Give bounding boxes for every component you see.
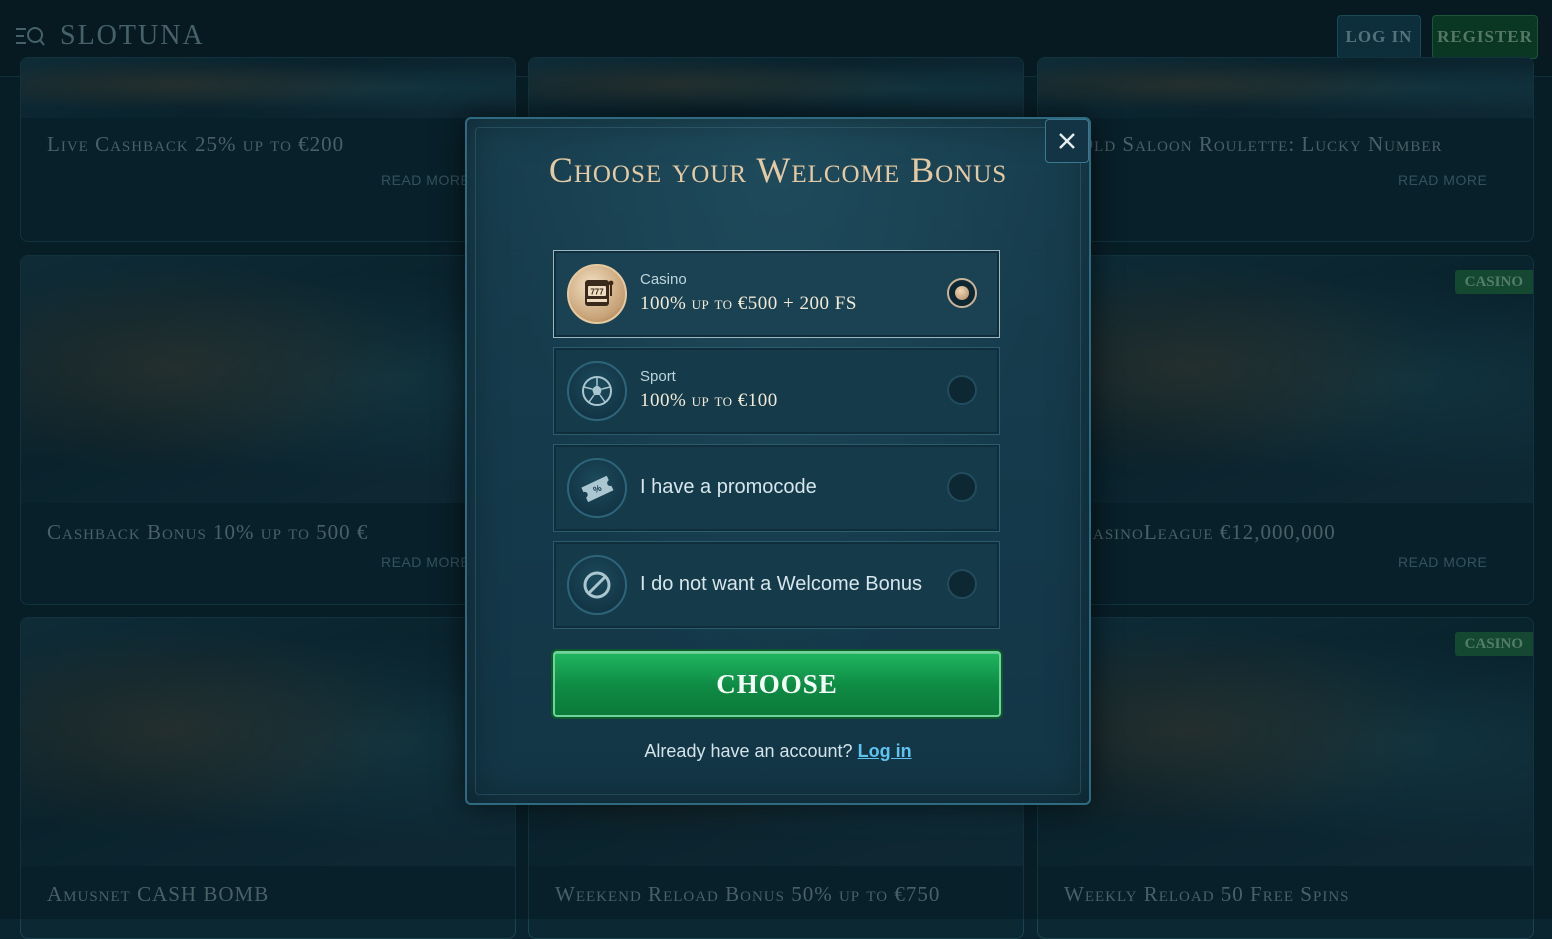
login-link[interactable]: Log in	[858, 741, 912, 761]
welcome-bonus-modal: Choose your Welcome Bonus 777 Casino 100…	[465, 117, 1091, 805]
radio-selected[interactable]	[947, 278, 977, 308]
radio-unselected[interactable]	[947, 569, 977, 599]
option-type-label: Sport	[640, 368, 676, 385]
option-offer-label: 100% up to €500 + 200 FS	[640, 293, 857, 314]
option-label: I do not want a Welcome Bonus	[640, 573, 923, 595]
close-icon	[1059, 133, 1075, 149]
bonus-option-casino[interactable]: 777 Casino 100% up to €500 + 200 FS	[553, 250, 1000, 338]
close-button[interactable]	[1045, 119, 1089, 163]
option-type-label: Casino	[640, 271, 687, 288]
bonus-option-no-bonus[interactable]: I do not want a Welcome Bonus	[553, 541, 1000, 629]
option-label: I have a promocode	[640, 476, 817, 498]
option-offer-label: 100% up to €100	[640, 390, 778, 411]
ticket-icon: %	[567, 458, 627, 518]
choose-button[interactable]: CHOOSE	[553, 651, 1001, 717]
svg-text:777: 777	[590, 288, 604, 297]
choose-button-label: CHOOSE	[716, 668, 838, 699]
account-prompt: Already have an account? Log in	[467, 741, 1089, 762]
bonus-option-promocode[interactable]: % I have a promocode	[553, 444, 1000, 532]
account-text: Already have an account?	[644, 741, 853, 761]
radio-unselected[interactable]	[947, 375, 977, 405]
soccer-ball-icon	[567, 361, 627, 421]
modal-title: Choose your Welcome Bonus	[548, 150, 1008, 190]
bonus-option-sport[interactable]: Sport 100% up to €100	[553, 347, 1000, 435]
slot-machine-icon: 777	[567, 264, 627, 324]
no-bonus-icon	[567, 555, 627, 615]
radio-unselected[interactable]	[947, 472, 977, 502]
